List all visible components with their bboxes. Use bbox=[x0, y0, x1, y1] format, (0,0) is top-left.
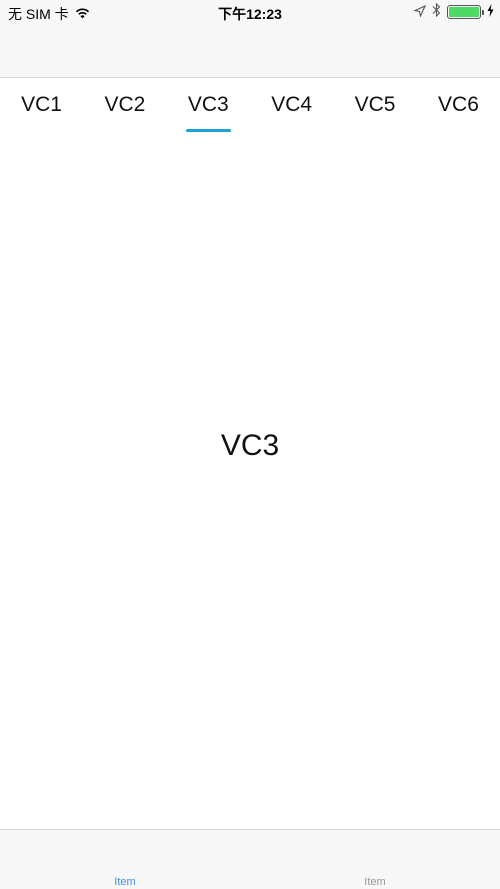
tab-label: VC6 bbox=[438, 93, 479, 116]
tab-label: VC2 bbox=[104, 93, 146, 116]
bottom-tab-label: Item bbox=[114, 876, 136, 888]
tab-label: VC3 bbox=[187, 93, 229, 116]
tab-vc5[interactable]: VC5 bbox=[334, 78, 417, 134]
charging-icon bbox=[487, 3, 494, 20]
tab-label: VC1 bbox=[21, 93, 62, 116]
selected-tab-indicator bbox=[185, 129, 231, 132]
bottom-tab-bar: Item Item bbox=[0, 829, 500, 889]
page-title: VC3 bbox=[220, 428, 280, 462]
location-icon bbox=[413, 4, 427, 20]
tab-vc2[interactable]: VC2 bbox=[83, 78, 166, 134]
tab-vc4[interactable]: VC4 bbox=[250, 78, 333, 134]
battery-level bbox=[449, 6, 479, 17]
bottom-tab-label: Item bbox=[364, 876, 386, 888]
tab-label: VC4 bbox=[271, 93, 313, 116]
tab-vc6[interactable]: VC6 bbox=[417, 78, 500, 134]
segment-tab-bar: VC1 VC2 VC3 VC4 VC5 VC6 bbox=[0, 78, 500, 134]
tab-label: VC5 bbox=[354, 93, 396, 116]
tab-vc3[interactable]: VC3 bbox=[167, 78, 250, 134]
battery-icon bbox=[447, 4, 484, 19]
battery-cap bbox=[482, 9, 484, 15]
status-bar: 无 SIM 卡 下午12:23 bbox=[0, 0, 500, 24]
bottom-tab-item-1[interactable]: Item bbox=[0, 830, 250, 889]
bluetooth-icon bbox=[432, 2, 441, 20]
status-right bbox=[413, 2, 494, 20]
navigation-header: 无 SIM 卡 下午12:23 bbox=[0, 0, 500, 78]
app-screen: 无 SIM 卡 下午12:23 VC1 VC2 VC3 VC4 VC5 VC6 … bbox=[0, 0, 500, 889]
tab-vc1[interactable]: VC1 bbox=[0, 78, 83, 134]
page-content: VC3 bbox=[0, 134, 500, 829]
bottom-tab-item-2[interactable]: Item bbox=[250, 830, 500, 889]
